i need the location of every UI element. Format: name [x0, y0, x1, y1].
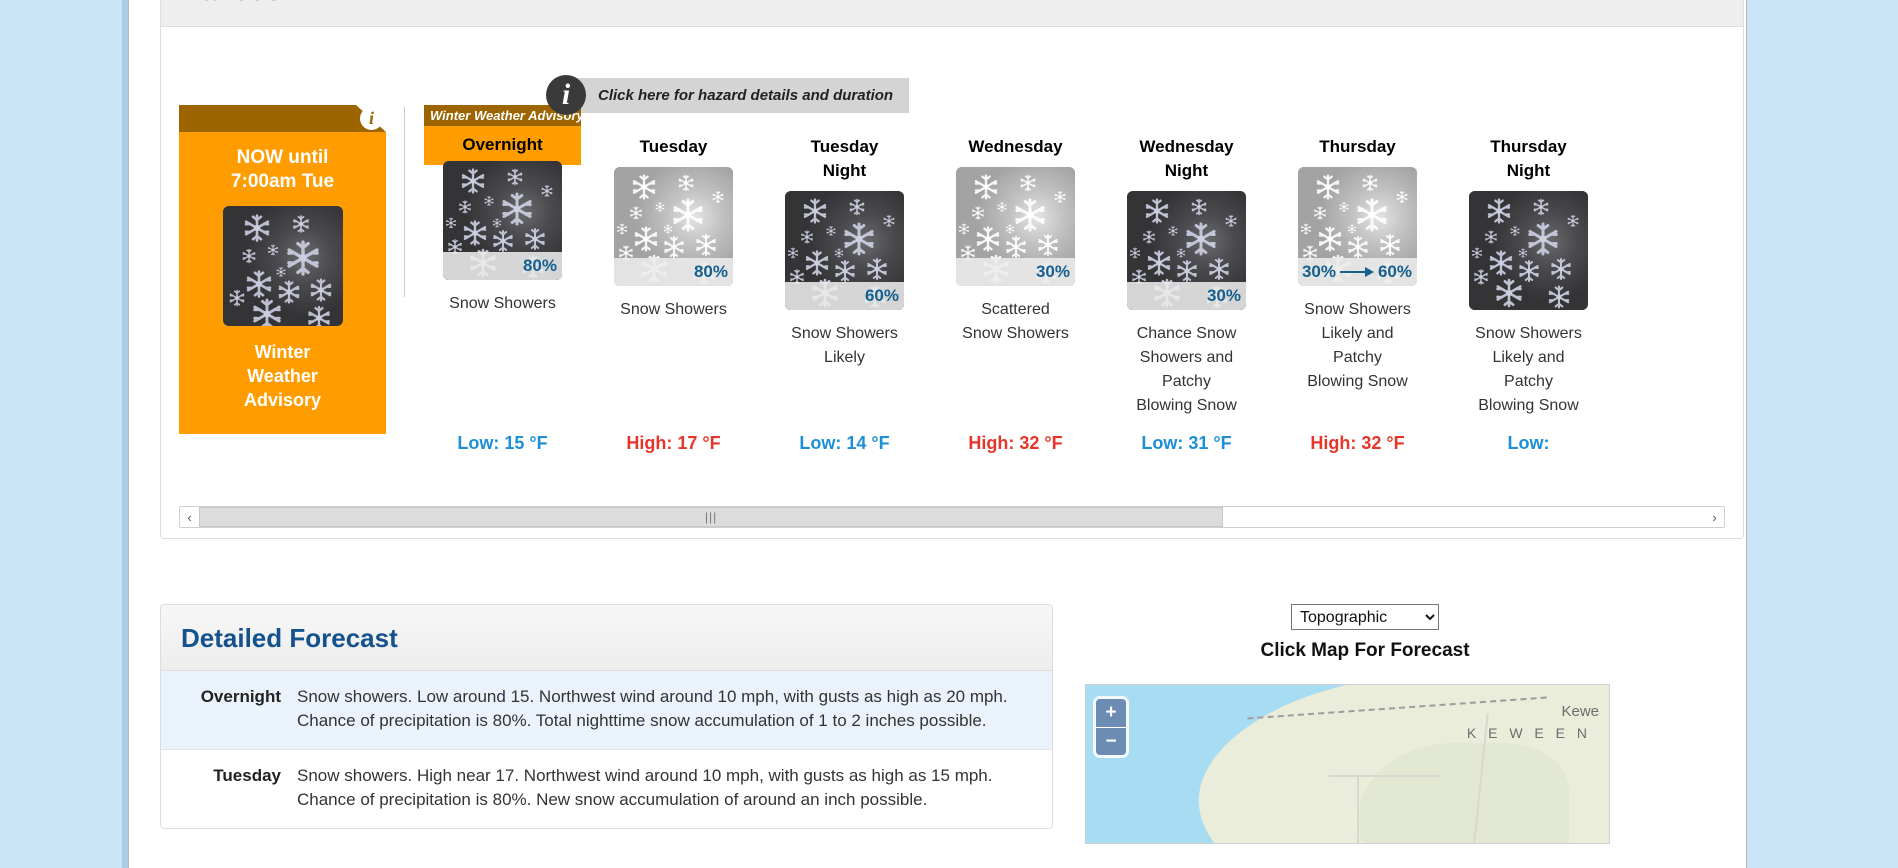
detailed-forecast-row: Overnight Snow showers. Low around 15. No…	[161, 671, 1052, 749]
map-zoom-controls[interactable]: + −	[1096, 699, 1126, 755]
forecast-day-label: Tuesday Night	[810, 137, 879, 180]
detailed-period-text: Snow showers. High near 17. Northwest wi…	[297, 766, 993, 809]
forecast-temperature: Low: 14 °F	[799, 433, 890, 453]
forecast-column[interactable]: Thursday 30% 60% Snow Showers Likely and…	[1272, 105, 1443, 453]
snow-icon-day: 30%	[956, 167, 1075, 286]
forecast-column[interactable]: Wednesday Night 30% Chance Snow Showers …	[1101, 105, 1272, 453]
seven-day-forecast-panel: Hancock MI i Click here for hazard detai…	[160, 0, 1744, 539]
snow-icon-night: 60%	[785, 191, 904, 310]
precip-probability: 30%	[1127, 282, 1246, 310]
forecast-description: Chance Snow Showers and Patchy Blowing Snow	[1136, 325, 1237, 414]
precip-probability: 60%	[785, 282, 904, 310]
forecast-temperature: Low: 31 °F	[1141, 433, 1232, 453]
map-zoom-in-button[interactable]: +	[1096, 699, 1126, 727]
forecast-temperature: High: 17 °F	[626, 433, 721, 453]
info-icon: i	[546, 75, 586, 115]
detailed-forecast-row: Tuesday Snow showers. High near 17. North…	[161, 749, 1052, 828]
precip-probability: 80%	[443, 252, 562, 280]
forecast-day-label: Wednesday	[968, 137, 1063, 156]
snow-icon-day: 80%	[614, 167, 733, 286]
scroll-right-button[interactable]: ›	[1705, 507, 1724, 527]
hazard-name-line-3: Advisory	[243, 390, 322, 410]
forecast-columns: Winter Weather Advisory Overnight Overni…	[417, 105, 1614, 453]
panel-header: Hancock MI	[161, 0, 1743, 27]
scrollbar-thumb[interactable]: |||	[199, 507, 1224, 527]
hazard-name-line-2: Weather	[247, 366, 318, 386]
precip-probability: 80%	[614, 258, 733, 286]
forecast-scroll-viewport[interactable]: i NOW until 7:00am Tue Winter Weather Ad…	[179, 105, 1725, 500]
forecast-temperature: High: 32 °F	[1310, 433, 1405, 453]
hazard-card-body: NOW until 7:00am Tue Winter Weather Advi…	[179, 132, 386, 434]
detailed-forecast-title: Detailed Forecast	[181, 623, 398, 653]
precip-value: 80%	[693, 262, 728, 281]
column-alert-banner[interactable]: Winter Weather Advisory Overnight	[424, 105, 581, 165]
snow-icon-night	[1469, 191, 1588, 310]
forecast-description: Snow Showers	[620, 301, 727, 318]
detailed-period-label: Tuesday	[213, 766, 281, 785]
detailed-period-label: Overnight	[200, 687, 281, 706]
precip-end-value: 60%	[1377, 262, 1412, 281]
forecast-column[interactable]: Winter Weather Advisory Overnight Overni…	[417, 105, 588, 453]
forecast-column[interactable]: Tuesday Night 60% Snow Showers Likely Lo…	[759, 105, 930, 453]
map-road	[1329, 775, 1439, 777]
active-hazard-card[interactable]: i NOW until 7:00am Tue Winter Weather Ad…	[179, 105, 386, 434]
forecast-day-label: Overnight	[462, 135, 543, 154]
forecast-description: Snow Showers	[449, 295, 556, 312]
hazard-when-line-2: 7:00am Tue	[230, 171, 335, 192]
map-caption: Click Map For Forecast	[1260, 640, 1470, 661]
forecast-day-label: Wednesday Night	[1139, 137, 1234, 180]
precip-value: 80%	[522, 256, 557, 275]
snow-icon-night: 30%	[1127, 191, 1246, 310]
forecast-description: Snow Showers Likely and Patchy Blowing Snow	[1304, 301, 1411, 390]
forecast-temperature: Low:	[1507, 433, 1550, 453]
map-road	[1357, 775, 1359, 843]
forecast-temperature: High: 32 °F	[968, 433, 1063, 453]
precip-value: 60%	[864, 286, 899, 305]
forecast-day-label: Tuesday	[639, 137, 708, 156]
snow-icon-night: 80%	[443, 161, 562, 280]
forecast-horizontal-scrollbar[interactable]: ‹ ||| ›	[179, 506, 1725, 528]
forecast-temperature: Low: 15 °F	[457, 433, 548, 453]
forecast-column[interactable]: Thursday Night Snow Showers Likely and P…	[1443, 105, 1614, 453]
precip-value: 30%	[1035, 262, 1070, 281]
column-divider	[404, 107, 405, 297]
map-layer-select[interactable]: Topographic	[1291, 604, 1439, 630]
map-label-keween: K E W E E N	[1466, 725, 1591, 741]
forecast-track: i NOW until 7:00am Tue Winter Weather Ad…	[179, 105, 1614, 500]
hazard-name-line-1: Winter	[254, 342, 311, 362]
map-column: Topographic Click Map For Forecast Kewe …	[1085, 598, 1645, 844]
detailed-forecast-rows: Overnight Snow showers. Low around 15. No…	[161, 671, 1052, 828]
snow-icon-day: 30% 60%	[1298, 167, 1417, 286]
forecast-day-label: Thursday	[1319, 137, 1396, 156]
panel-body: i Click here for hazard details and dura…	[161, 27, 1743, 538]
detailed-forecast-header: Detailed Forecast	[161, 605, 1052, 671]
forecast-column[interactable]: Tuesday 80% Snow Showers High: 17 °F	[588, 105, 759, 453]
page-title: Hancock MI	[181, 0, 1743, 7]
info-icon[interactable]: i	[360, 107, 383, 130]
forecast-map[interactable]: Kewe K E W E E N + −	[1085, 684, 1610, 844]
forecast-description: Scattered Snow Showers	[962, 301, 1069, 342]
arrow-right-icon	[1339, 267, 1374, 277]
forecast-column[interactable]: Wednesday 30% Scattered Snow Showers Hig…	[930, 105, 1101, 453]
detailed-forecast-panel: Detailed Forecast Overnight Snow showers.…	[160, 604, 1053, 829]
precip-probability: 30% 60%	[1298, 258, 1417, 286]
hazard-when-line-1: NOW until	[236, 147, 329, 168]
forecast-description: Snow Showers Likely and Patchy Blowing Snow	[1475, 325, 1582, 414]
forecast-day-label: Thursday Night	[1490, 137, 1567, 180]
hazard-card-topbar: i	[179, 105, 386, 132]
map-label-kewe: Kewe	[1561, 703, 1599, 720]
detailed-period-text: Snow showers. Low around 15. Northwest w…	[297, 687, 1008, 730]
scrollbar-track[interactable]: |||	[199, 507, 1705, 527]
snow-icon-night	[222, 206, 343, 331]
map-zoom-out-button[interactable]: −	[1096, 727, 1126, 755]
precip-probability: 30%	[956, 258, 1075, 286]
scroll-left-button[interactable]: ‹	[180, 507, 199, 527]
precip-start-value: 30%	[1301, 262, 1336, 281]
forecast-description: Snow Showers Likely	[791, 325, 898, 366]
weather-forecast-page: Hancock MI i Click here for hazard detai…	[0, 0, 1898, 868]
precip-value: 30%	[1206, 286, 1241, 305]
